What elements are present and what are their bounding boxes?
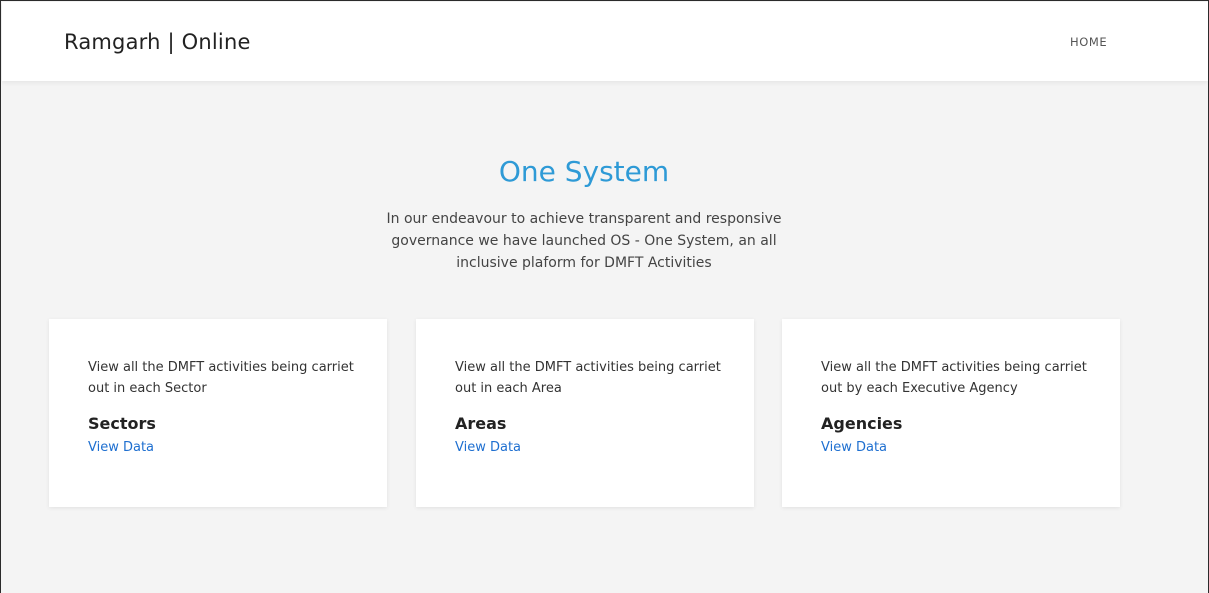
brand-logo-link[interactable]: Ramgarh | Online — [64, 28, 251, 56]
hero-description: In our endeavour to achieve transparent … — [386, 211, 782, 271]
card-title: Agencies — [821, 414, 903, 433]
browser-frame: Ramgarh | Online HOME One System In our … — [0, 0, 1209, 593]
agencies-view-data-link[interactable]: View Data — [821, 440, 887, 456]
agencies-card: View all the DMFT activities being carri… — [782, 319, 1120, 507]
sectors-card: View all the DMFT activities being carri… — [49, 319, 387, 507]
card-title: Areas — [455, 414, 507, 433]
areas-view-data-link[interactable]: View Data — [455, 440, 521, 456]
navbar: Ramgarh | Online HOME — [2, 2, 1208, 81]
card-description: View all the DMFT activities being carri… — [821, 360, 1087, 396]
card-description: View all the DMFT activities being carri… — [455, 360, 721, 396]
sectors-view-data-link[interactable]: View Data — [88, 440, 154, 456]
card-title: Sectors — [88, 414, 156, 433]
nav-home-link[interactable]: HOME — [1070, 34, 1107, 50]
hero-title: One System — [498, 155, 670, 188]
areas-card: View all the DMFT activities being carri… — [416, 319, 754, 507]
card-description: View all the DMFT activities being carri… — [88, 360, 354, 396]
